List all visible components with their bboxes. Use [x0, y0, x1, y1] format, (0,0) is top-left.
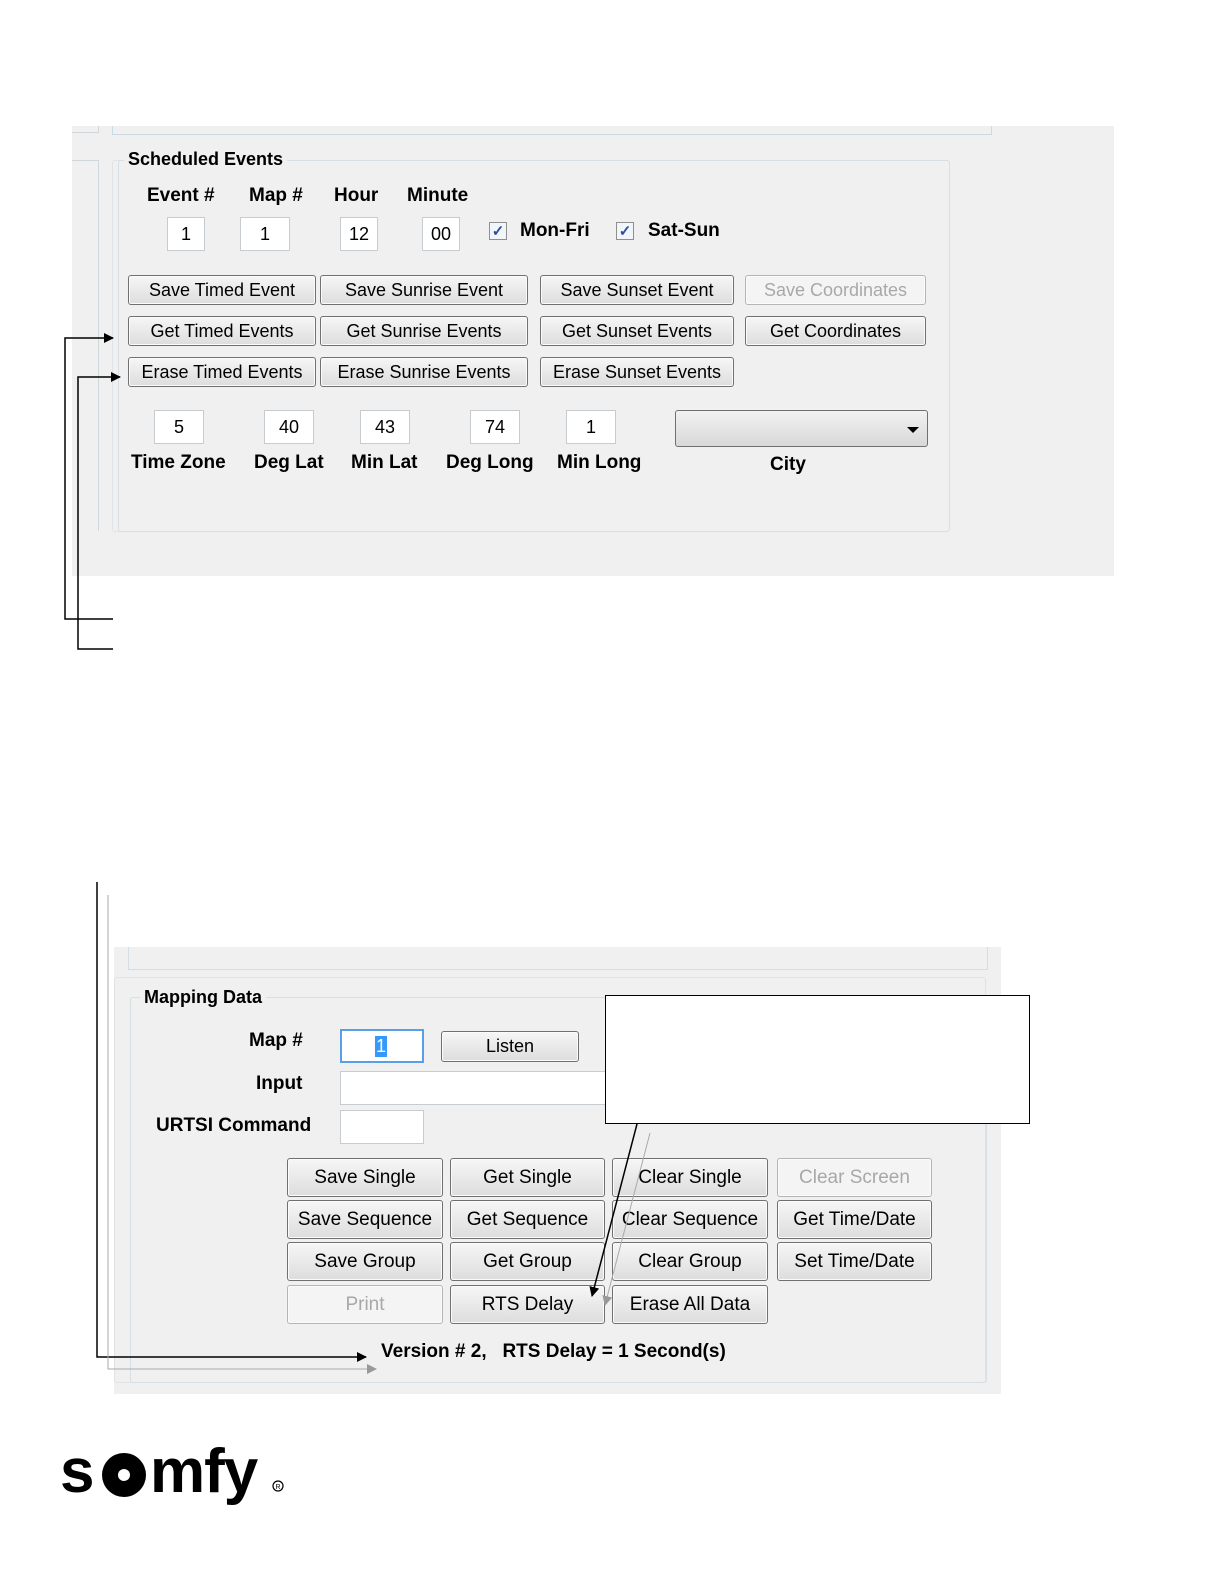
svg-text:s: s [60, 1437, 93, 1506]
somfy-logo: s mfy R [60, 1432, 300, 1512]
svg-text:mfy: mfy [150, 1437, 259, 1506]
somfy-logo-icon: s mfy R [60, 1437, 284, 1506]
svg-text:R: R [276, 1484, 281, 1491]
get-timed-events-pointer [64, 333, 114, 620]
status-pointer [96, 882, 367, 1362]
erase-timed-events-pointer [77, 372, 121, 650]
status-pointer-shadow [107, 895, 377, 1374]
annotation-lines [64, 333, 651, 1374]
